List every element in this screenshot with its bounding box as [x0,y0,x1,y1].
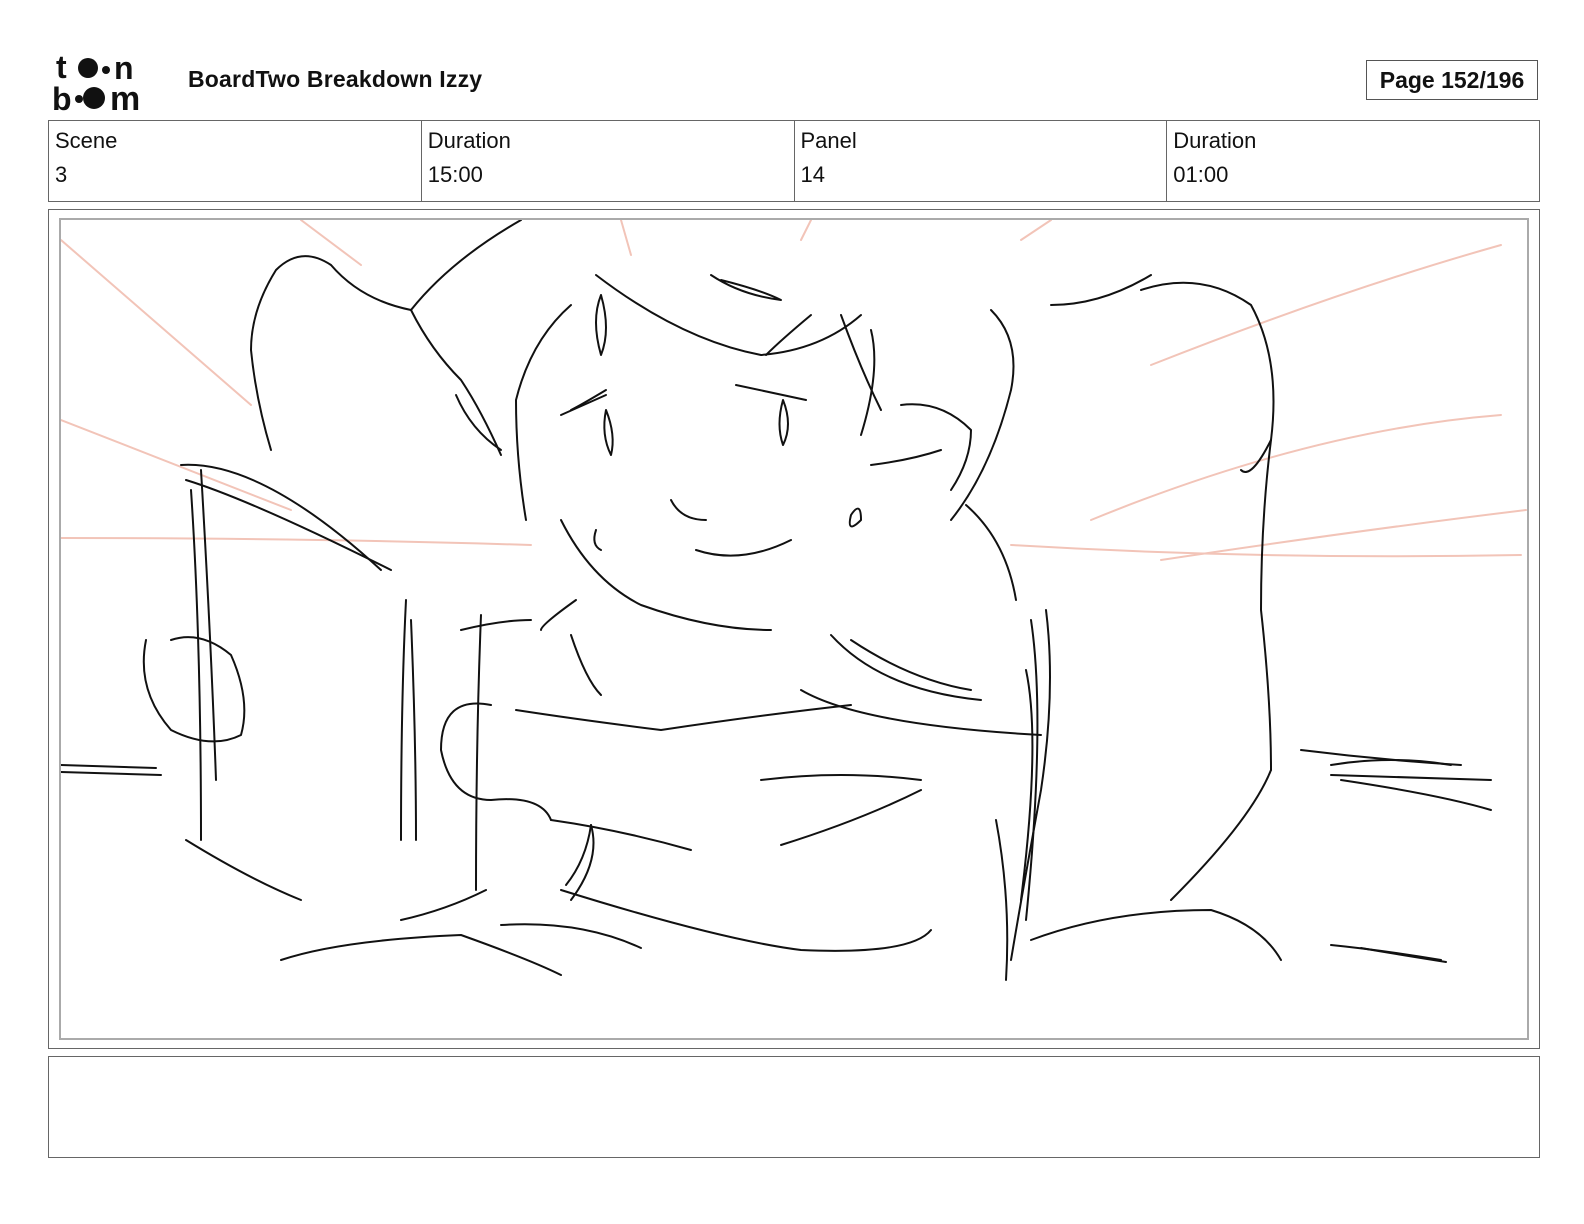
panel-duration-cell: Duration 01:00 [1167,121,1539,201]
panel-info-table: Scene 3 Duration 15:00 Panel 14 Duration… [48,120,1540,202]
scene-duration-cell: Duration 15:00 [422,121,795,201]
scene-cell: Scene 3 [49,121,422,201]
svg-text:t: t [56,50,67,85]
scene-duration-label: Duration [427,128,511,153]
panel-notes-area [48,1056,1540,1158]
panel-cell: Panel 14 [795,121,1168,201]
storyboard-panel-frame [48,209,1540,1049]
scene-label: Scene [55,128,118,153]
panel-duration-value: 01:00 [1173,162,1229,187]
scene-value: 3 [55,162,68,187]
page-indicator: Page 152/196 [1366,60,1538,100]
scene-duration-value: 15:00 [427,162,483,187]
storyboard-sketch [61,220,1527,981]
svg-text:b: b [52,81,72,114]
panel-label: Panel [800,128,857,153]
svg-text:m: m [110,80,140,114]
document-title: BoardTwo Breakdown Izzy [188,66,483,92]
panel-value: 14 [800,162,825,187]
panel-duration-label: Duration [1173,128,1257,153]
toonboom-logo: t n b m [50,49,168,118]
storyboard-panel-safe-area [59,218,1529,1040]
